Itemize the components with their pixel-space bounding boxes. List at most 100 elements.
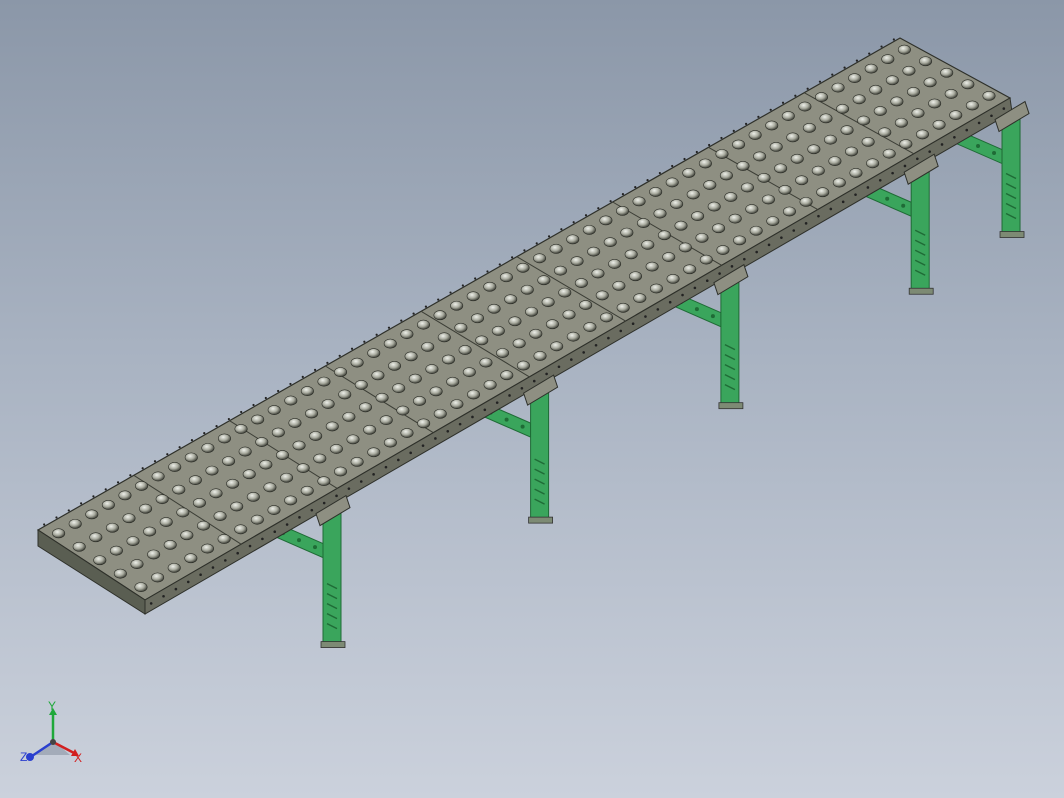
ball-transfer-unit bbox=[437, 332, 451, 343]
ball-transfer-unit bbox=[68, 518, 82, 529]
graphics-viewport[interactable]: Y X Z bbox=[0, 0, 1064, 798]
rail-hole bbox=[174, 587, 178, 591]
ball-transfer-unit bbox=[765, 120, 779, 131]
rail-hole bbox=[446, 430, 450, 433]
stand-foot-plate bbox=[908, 287, 934, 295]
rail-hole bbox=[55, 516, 58, 519]
ball-transfer-unit bbox=[196, 520, 210, 531]
rail-hole bbox=[743, 257, 746, 261]
stand-leg-front bbox=[720, 282, 740, 406]
ball-transfer-unit bbox=[633, 293, 647, 304]
rail-hole bbox=[298, 516, 301, 519]
ball-transfer-unit bbox=[766, 216, 780, 227]
ball-transfer-unit bbox=[641, 239, 655, 250]
ball-transfer-unit bbox=[733, 235, 747, 246]
ball-transfer-unit bbox=[645, 261, 659, 272]
rail-hole bbox=[607, 336, 610, 340]
ball-transfer-unit bbox=[761, 194, 775, 205]
ball-transfer-unit bbox=[529, 328, 543, 339]
ball-transfer-unit bbox=[126, 536, 140, 547]
rail-hole bbox=[520, 386, 524, 390]
ball-transfer-unit bbox=[512, 338, 526, 349]
rail-hole bbox=[545, 372, 548, 376]
stand-leg-front bbox=[530, 392, 550, 520]
ball-transfer-unit bbox=[878, 127, 892, 138]
rail-hole bbox=[92, 495, 95, 498]
ball-transfer-unit bbox=[367, 447, 381, 458]
rail-hole bbox=[483, 408, 487, 412]
rail-hole bbox=[350, 347, 354, 350]
rail-hole bbox=[841, 200, 845, 204]
rail-hole bbox=[261, 537, 264, 541]
ball-transfer-unit bbox=[807, 144, 821, 155]
ball-transfer-unit bbox=[769, 142, 783, 152]
ball-transfer-unit bbox=[662, 252, 676, 262]
ball-transfer-unit bbox=[629, 271, 643, 282]
brace-hole bbox=[710, 314, 715, 319]
rail-hole bbox=[720, 136, 723, 140]
ball-transfer-unit bbox=[400, 428, 414, 438]
rail-hole bbox=[498, 263, 501, 266]
ball-transfer-unit bbox=[151, 572, 165, 583]
ball-transfer-unit bbox=[866, 158, 880, 169]
ball-transfer-unit bbox=[949, 110, 963, 121]
rail-hole bbox=[474, 277, 477, 280]
rail-hole bbox=[584, 214, 588, 217]
ball-transfer-unit bbox=[263, 482, 277, 493]
rail-hole bbox=[597, 207, 600, 210]
rail-hole bbox=[806, 87, 809, 90]
ball-transfer-unit bbox=[246, 492, 260, 502]
rail-hole bbox=[708, 143, 711, 147]
ball-transfer-unit bbox=[707, 201, 721, 212]
ball-transfer-unit bbox=[553, 265, 567, 276]
ball-transfer-conveyor-model[interactable] bbox=[0, 0, 1064, 798]
ball-transfer-unit bbox=[798, 101, 812, 112]
ball-transfer-unit bbox=[897, 44, 911, 55]
ball-transfer-unit bbox=[85, 509, 99, 520]
ball-transfer-unit bbox=[458, 345, 472, 355]
ball-transfer-unit bbox=[184, 553, 198, 564]
rail-hole bbox=[240, 410, 243, 414]
ball-transfer-unit bbox=[275, 450, 289, 460]
rail-hole bbox=[572, 221, 575, 224]
ball-transfer-unit bbox=[932, 119, 946, 130]
ball-transfer-unit bbox=[911, 108, 925, 119]
ball-transfer-unit bbox=[873, 106, 887, 116]
ball-transfer-unit bbox=[371, 370, 385, 381]
ball-transfer-unit bbox=[499, 272, 513, 283]
stand-foot-plate bbox=[718, 402, 744, 410]
ball-transfer-unit bbox=[226, 478, 240, 489]
ball-transfer-unit bbox=[255, 437, 269, 447]
triad-z-label: Z bbox=[20, 750, 27, 764]
ball-transfer-unit bbox=[450, 399, 464, 410]
view-orientation-triad-icon[interactable]: Y X Z bbox=[18, 700, 88, 770]
stand-foot-plate bbox=[999, 231, 1025, 238]
ball-transfer-unit bbox=[300, 386, 314, 396]
ball-transfer-unit bbox=[612, 280, 626, 291]
ball-transfer-unit bbox=[691, 211, 705, 222]
rail-hole bbox=[757, 115, 760, 118]
rail-hole bbox=[375, 333, 378, 336]
ball-transfer-unit bbox=[811, 165, 825, 176]
ball-transfer-unit bbox=[579, 300, 593, 310]
ball-transfer-unit bbox=[566, 331, 580, 342]
stand-foot-plate bbox=[320, 641, 346, 648]
brace-hole bbox=[976, 144, 981, 149]
rail-hole bbox=[634, 186, 637, 189]
ball-transfer-unit bbox=[703, 180, 717, 190]
ball-transfer-unit bbox=[109, 545, 123, 556]
ball-transfer-unit bbox=[396, 405, 410, 416]
ball-transfer-unit bbox=[595, 290, 609, 301]
ball-transfer-unit bbox=[433, 310, 447, 321]
ball-transfer-unit bbox=[587, 246, 601, 257]
ball-transfer-unit bbox=[615, 205, 629, 216]
rail-hole bbox=[780, 236, 783, 239]
ball-transfer-unit bbox=[520, 284, 534, 295]
ball-transfer-unit bbox=[732, 139, 746, 150]
rail-hole bbox=[781, 101, 785, 104]
ball-transfer-unit bbox=[545, 319, 559, 330]
ball-transfer-unit bbox=[940, 67, 954, 78]
ball-transfer-unit bbox=[836, 103, 850, 114]
ball-transfer-unit bbox=[284, 395, 298, 406]
rail-hole bbox=[412, 312, 415, 315]
